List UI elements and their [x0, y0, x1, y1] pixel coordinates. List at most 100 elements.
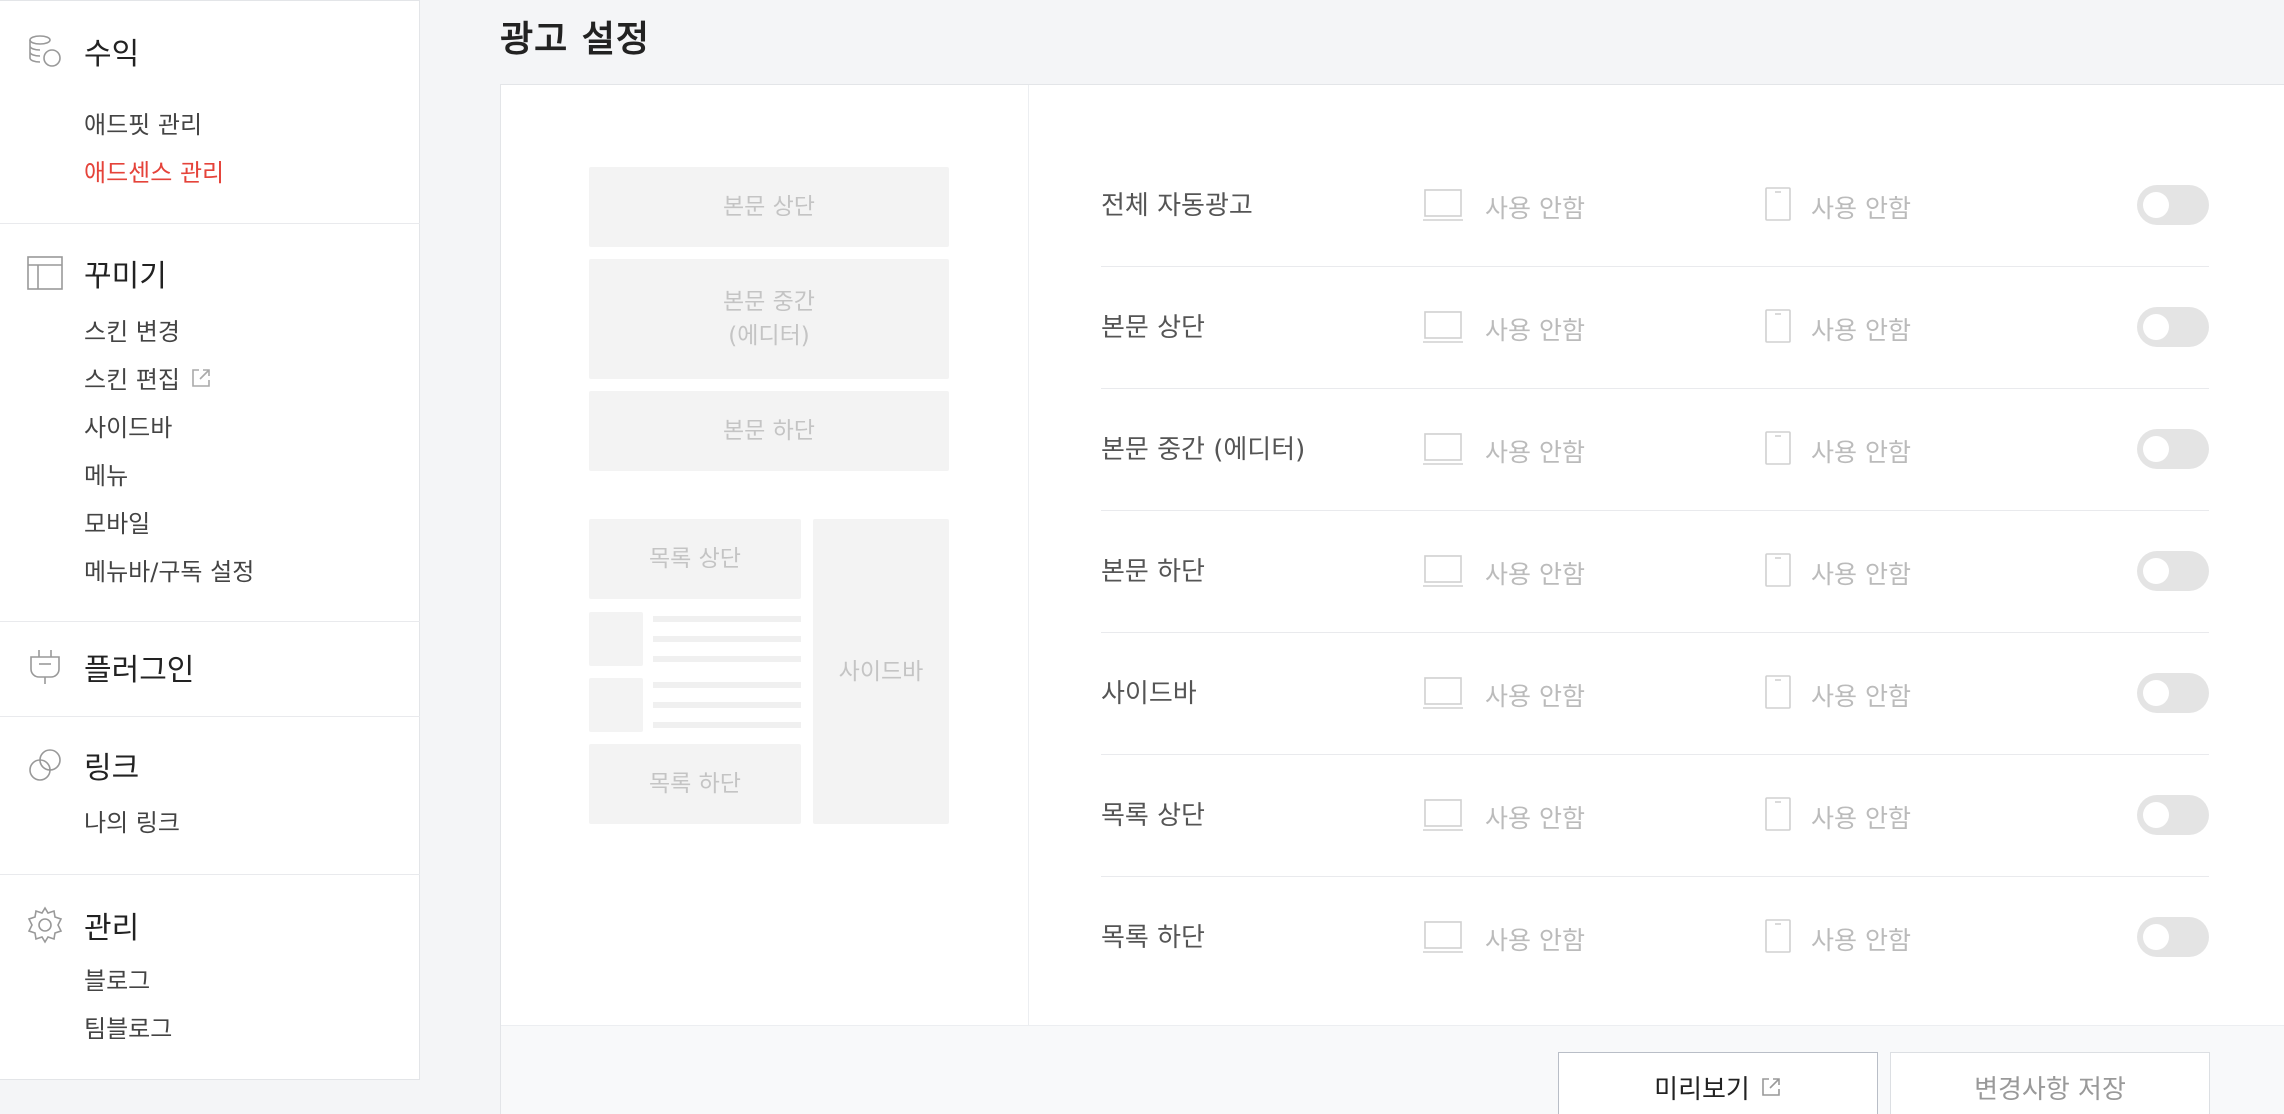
preview-list-line [653, 682, 801, 688]
mobile-icon [1765, 919, 1791, 957]
setting-row-toggle[interactable] [2137, 185, 2209, 225]
preview-list-thumb [589, 678, 643, 732]
sidebar-item-adfit[interactable]: 애드핏 관리 [84, 105, 202, 140]
toggle-knob [2143, 558, 2169, 584]
setting-row-name: 사이드바 [1101, 679, 1197, 709]
setting-row-pc-status: 사용 안함 [1485, 682, 1585, 711]
panel-footer: 미리보기 변경사항 저장 [501, 1025, 2284, 1114]
sidebar-section-plugin: 플러그인 [0, 621, 420, 716]
layout-icon [26, 254, 64, 292]
setting-row-toggle[interactable] [2137, 429, 2209, 469]
sidebar-item-label: 스킨 편집 [84, 366, 180, 394]
coins-icon [26, 32, 64, 70]
setting-row-toggle[interactable] [2137, 917, 2209, 957]
mobile-icon [1765, 187, 1791, 225]
setting-row-name: 전체 자동광고 [1101, 191, 1253, 221]
setting-row-name: 본문 하단 [1101, 557, 1205, 587]
toggle-knob [2143, 802, 2169, 828]
setting-row-mobile-status: 사용 안함 [1811, 438, 1911, 467]
setting-row-name: 본문 중간 (에디터) [1101, 435, 1306, 465]
preview-button-label: 미리보기 [1654, 1074, 1750, 1105]
sidebar-title-link: 링크 [84, 751, 140, 786]
setting-row-mobile-status: 사용 안함 [1811, 560, 1911, 589]
monitor-icon [1423, 677, 1463, 713]
preview-list-bottom: 목록 하단 [589, 744, 801, 824]
setting-row-name: 본문 상단 [1101, 313, 1205, 343]
setting-row-mobile-status: 사용 안함 [1811, 682, 1911, 711]
mobile-icon [1765, 675, 1791, 713]
sidebar-item-menu[interactable]: 메뉴 [84, 456, 128, 491]
sidebar-item-blog[interactable]: 블로그 [84, 961, 150, 996]
sidebar-head-manage[interactable]: 관리 [26, 905, 140, 946]
link-icon [26, 746, 64, 784]
preview-body-middle-line2: (에디터) [728, 323, 810, 349]
plug-icon [26, 648, 64, 686]
sidebar-section-revenue: 수익 애드핏 관리 애드센스 관리 [0, 1, 420, 223]
setting-row-toggle[interactable] [2137, 307, 2209, 347]
preview-sidebar: 사이드바 [813, 519, 949, 824]
setting-row-body-bottom: 본문 하단 사용 안함 사용 안함 [1101, 511, 2209, 633]
sidebar-item-adsense[interactable]: 애드센스 관리 [84, 153, 224, 188]
setting-row-toggle[interactable] [2137, 673, 2209, 713]
preview-list-line [653, 636, 801, 642]
monitor-icon [1423, 799, 1463, 835]
preview-body-middle-line1: 본문 중간 [723, 289, 815, 315]
setting-row-mobile-status: 사용 안함 [1811, 194, 1911, 223]
preview-list-line [653, 616, 801, 622]
preview-button[interactable]: 미리보기 [1558, 1052, 1878, 1114]
toggle-knob [2143, 436, 2169, 462]
sidebar-section-link: 링크 나의 링크 [0, 716, 420, 874]
sidebar-item-skin-edit[interactable]: 스킨 편집 [84, 360, 212, 395]
setting-row-pc-status: 사용 안함 [1485, 804, 1585, 833]
external-link-icon [1760, 1076, 1782, 1098]
setting-row-mobile-status: 사용 안함 [1811, 804, 1911, 833]
setting-row-pc-status: 사용 안함 [1485, 926, 1585, 955]
monitor-icon [1423, 189, 1463, 225]
monitor-icon [1423, 311, 1463, 347]
setting-row-pc-status: 사용 안함 [1485, 560, 1585, 589]
save-changes-button[interactable]: 변경사항 저장 [1890, 1052, 2210, 1114]
sidebar-item-sidebar[interactable]: 사이드바 [84, 408, 172, 443]
mobile-icon [1765, 309, 1791, 347]
sidebar-item-my-link[interactable]: 나의 링크 [84, 803, 180, 838]
preview-list-top: 목록 상단 [589, 519, 801, 599]
toggle-knob [2143, 924, 2169, 950]
setting-row-pc-status: 사용 안함 [1485, 438, 1585, 467]
setting-row-auto-ads: 전체 자동광고 사용 안함 사용 안함 [1101, 145, 2209, 267]
sidebar-head-link[interactable]: 링크 [26, 745, 140, 786]
sidebar-item-mobile[interactable]: 모바일 [84, 504, 150, 539]
toggle-knob [2143, 192, 2169, 218]
monitor-icon [1423, 433, 1463, 469]
setting-row-sidebar: 사이드바 사용 안함 사용 안함 [1101, 633, 2209, 755]
sidebar-head-decorate[interactable]: 꾸미기 [26, 253, 167, 294]
sidebar-item-menubar[interactable]: 메뉴바/구독 설정 [84, 552, 254, 587]
mobile-icon [1765, 553, 1791, 591]
mobile-icon [1765, 797, 1791, 835]
sidebar-item-skin-change[interactable]: 스킨 변경 [84, 312, 180, 347]
gear-icon [26, 906, 64, 944]
setting-row-toggle[interactable] [2137, 551, 2209, 591]
setting-row-name: 목록 하단 [1101, 923, 1205, 953]
preview-list-line [653, 722, 801, 728]
sidebar-section-manage: 관리 블로그 팀블로그 [0, 874, 420, 1081]
setting-row-pc-status: 사용 안함 [1485, 194, 1585, 223]
preview-body-top: 본문 상단 [589, 167, 949, 247]
sidebar-title-plugin: 플러그인 [84, 653, 195, 688]
setting-row-toggle[interactable] [2137, 795, 2209, 835]
monitor-icon [1423, 921, 1463, 957]
setting-row-name: 목록 상단 [1101, 801, 1205, 831]
mobile-icon [1765, 431, 1791, 469]
preview-body-bottom: 본문 하단 [589, 391, 949, 471]
sidebar-item-team-blog[interactable]: 팀블로그 [84, 1009, 172, 1044]
sidebar-head-revenue[interactable]: 수익 [26, 31, 140, 72]
ad-settings-panel: 본문 상단 본문 중간 (에디터) 본문 하단 목록 상단 목록 하단 사이드바… [500, 84, 2284, 1114]
preview-body-middle: 본문 중간 (에디터) [589, 259, 949, 379]
page-title: 광고 설정 [500, 19, 651, 60]
setting-row-list-top: 목록 상단 사용 안함 사용 안함 [1101, 755, 2209, 877]
sidebar-title-manage: 관리 [84, 911, 140, 946]
sidebar-title-decorate: 꾸미기 [84, 259, 167, 294]
sidebar-head-plugin[interactable]: 플러그인 [26, 647, 195, 688]
ad-placement-preview: 본문 상단 본문 중간 (에디터) 본문 하단 목록 상단 목록 하단 사이드바 [501, 85, 1029, 1025]
sidebar-title-revenue: 수익 [84, 37, 140, 72]
toggle-knob [2143, 680, 2169, 706]
